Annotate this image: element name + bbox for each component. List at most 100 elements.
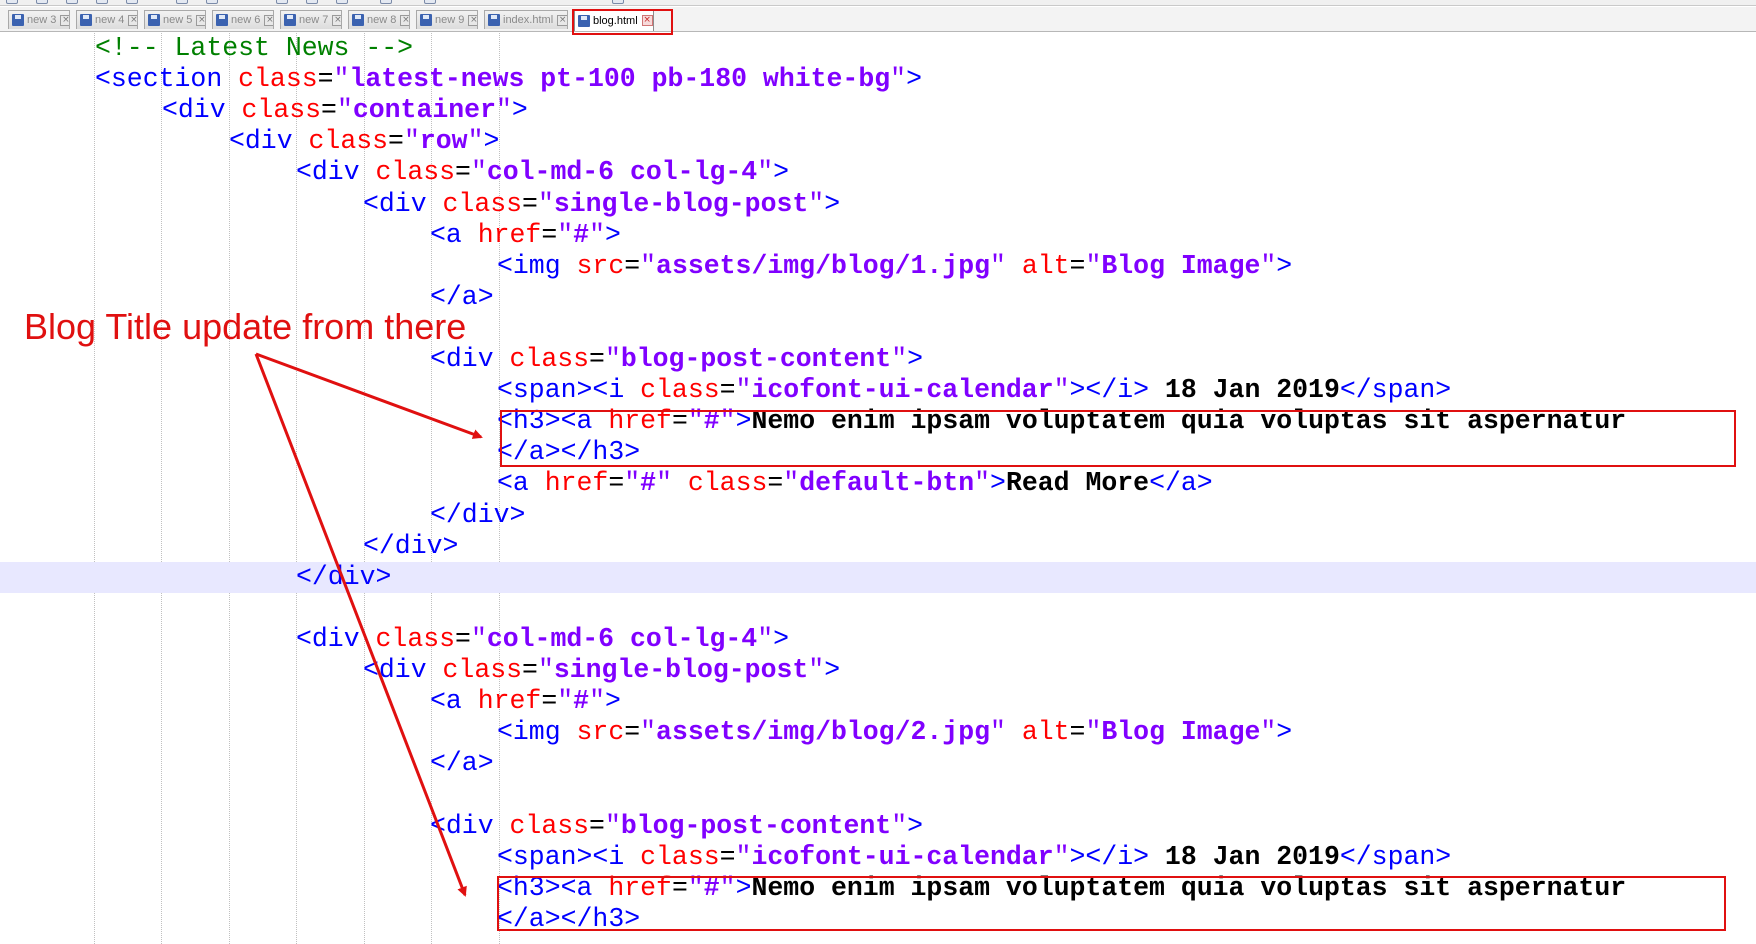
- toolbar-icon[interactable]: [206, 0, 218, 4]
- code-line[interactable]: <div class="row">: [0, 126, 1756, 157]
- tab-new-6[interactable]: new 6 ×: [212, 10, 274, 29]
- code-token: ": [891, 810, 908, 841]
- code-line[interactable]: <!-- Latest News -->: [0, 33, 1756, 64]
- toolbar-icon[interactable]: [276, 0, 288, 4]
- code-token: col-md-6 col-lg-4: [486, 157, 758, 188]
- toolbar-icon[interactable]: [612, 0, 624, 4]
- code-token: #: [573, 219, 590, 250]
- code-token: >: [1276, 717, 1293, 748]
- code-line[interactable]: <div class="col-md-6 col-lg-4">: [0, 157, 1756, 188]
- code-line[interactable]: <a href="#">: [0, 220, 1756, 251]
- close-icon[interactable]: ×: [60, 14, 69, 26]
- code-line[interactable]: <div class="single-blog-post">: [0, 655, 1756, 686]
- code-line[interactable]: <a href="#">: [0, 686, 1756, 717]
- code-line[interactable]: <span><i class="icofont-ui-calendar"></i…: [0, 375, 1756, 406]
- code-line[interactable]: </div>: [0, 500, 1756, 531]
- code-token: >: [824, 188, 841, 219]
- code-token: src: [576, 717, 625, 748]
- code-token: =: [317, 64, 334, 95]
- tab-new-9[interactable]: new 9 ×: [416, 10, 478, 29]
- code-line[interactable]: </div>: [0, 531, 1756, 562]
- code-token: class: [640, 375, 720, 406]
- blog-title-highlight-box-1: [500, 410, 1736, 467]
- code-line[interactable]: </a>: [0, 748, 1756, 779]
- toolbar-icon[interactable]: [66, 0, 78, 4]
- tab-new-7[interactable]: new 7 ×: [280, 10, 342, 29]
- code-line-text: <div class="blog-post-content">: [430, 344, 923, 375]
- code-token: ": [890, 64, 907, 95]
- code-token: <a: [430, 686, 478, 717]
- code-editor[interactable]: <!-- Latest News --> <section class="late…: [0, 33, 1756, 944]
- code-token: ": [604, 344, 621, 374]
- tab-label: new 8: [367, 14, 397, 26]
- code-line[interactable]: </div>: [0, 561, 1756, 593]
- tab-new-4[interactable]: new 4 ×: [76, 10, 138, 29]
- code-token: <span><i: [497, 375, 641, 406]
- code-token: 18 Jan 2019: [1149, 375, 1340, 406]
- code-token: class: [238, 64, 318, 95]
- code-token: ": [757, 623, 774, 654]
- code-line-text: <!-- Latest News -->: [95, 33, 413, 64]
- toolbar-icon[interactable]: [380, 0, 392, 4]
- toolbar-icon[interactable]: [424, 0, 436, 4]
- toolbar-icon[interactable]: [36, 0, 48, 4]
- code-token: src: [576, 250, 625, 281]
- code-line-text: <a href="#" class="default-btn">Read Mor…: [497, 468, 1213, 499]
- code-line[interactable]: <img src="assets/img/blog/2.jpg" alt="Bl…: [0, 717, 1756, 748]
- code-token: icofont-ui-calendar: [751, 841, 1054, 872]
- code-line[interactable]: [0, 593, 1756, 624]
- code-token: >: [906, 64, 922, 95]
- toolbar-icon[interactable]: [176, 0, 188, 4]
- code-token: ": [990, 250, 1006, 281]
- code-line[interactable]: <div class="blog-post-content">: [0, 344, 1756, 375]
- code-line[interactable]: <a href="#" class="default-btn">Read Mor…: [0, 468, 1756, 499]
- code-token: class: [442, 188, 523, 219]
- toolbar-icon[interactable]: [96, 0, 108, 4]
- code-token: class: [375, 157, 456, 188]
- code-token: ": [1085, 250, 1102, 281]
- close-icon[interactable]: ×: [128, 14, 137, 26]
- tab-index-html[interactable]: index.html ×: [484, 10, 568, 29]
- toolbar-icon[interactable]: [306, 0, 318, 4]
- code-token: >: [824, 655, 841, 685]
- close-icon[interactable]: ×: [557, 14, 567, 26]
- code-token: ": [783, 468, 800, 499]
- code-token: class: [442, 655, 523, 685]
- save-icon: [284, 14, 296, 26]
- code-token: ": [656, 468, 672, 499]
- code-line[interactable]: <div class="blog-post-content">: [0, 811, 1756, 842]
- tab-new-8[interactable]: new 8 ×: [348, 10, 410, 29]
- toolbar-icon[interactable]: [336, 0, 348, 4]
- code-token: ": [735, 375, 752, 406]
- close-icon[interactable]: ×: [196, 14, 205, 26]
- code-token: ": [1260, 250, 1277, 281]
- close-icon[interactable]: ×: [468, 14, 477, 26]
- toolbar-icon[interactable]: [6, 0, 18, 4]
- code-line-text: <div class="single-blog-post">: [363, 189, 840, 220]
- toolbar-icon[interactable]: [126, 0, 138, 4]
- code-token: >: [1276, 250, 1293, 281]
- code-token: default-btn: [799, 468, 975, 499]
- code-token: ": [1260, 717, 1277, 748]
- code-line-text: <img src="assets/img/blog/2.jpg" alt="Bl…: [497, 717, 1292, 748]
- code-token: ": [470, 157, 487, 188]
- code-token: class: [241, 95, 322, 126]
- code-line[interactable]: <section class="latest-news pt-100 pb-18…: [0, 64, 1756, 95]
- code-line[interactable]: <div class="col-md-6 col-lg-4">: [0, 624, 1756, 655]
- tab-new-3[interactable]: new 3 ×: [8, 10, 70, 29]
- code-line[interactable]: [0, 779, 1756, 810]
- code-token: ": [557, 219, 574, 250]
- code-line[interactable]: <div class="container">: [0, 95, 1756, 126]
- code-line-text: <div class="blog-post-content">: [430, 811, 923, 842]
- code-token: ></i>: [1069, 841, 1150, 872]
- tab-new-5[interactable]: new 5 ×: [144, 10, 206, 29]
- close-icon[interactable]: ×: [400, 14, 409, 26]
- close-icon[interactable]: ×: [264, 14, 273, 26]
- code-line[interactable]: <span><i class="icofont-ui-calendar"></i…: [0, 842, 1756, 873]
- code-line[interactable]: <img src="assets/img/blog/1.jpg" alt="Bl…: [0, 251, 1756, 282]
- close-icon[interactable]: ×: [332, 14, 341, 26]
- code-token: <span><i: [497, 841, 641, 872]
- code-token: href: [544, 468, 609, 499]
- code-token: row: [419, 126, 468, 157]
- code-line[interactable]: <div class="single-blog-post">: [0, 189, 1756, 220]
